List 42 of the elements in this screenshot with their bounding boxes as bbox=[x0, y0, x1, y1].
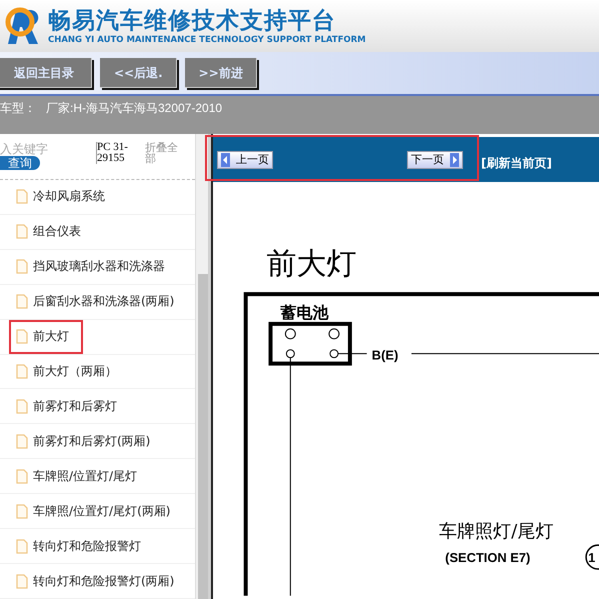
tree-item[interactable]: 组合仪表 bbox=[9, 214, 95, 249]
refresh-link[interactable]: [刷新当前页] bbox=[481, 155, 552, 172]
document-icon bbox=[16, 574, 28, 589]
connector-label: 1 bbox=[585, 544, 599, 570]
tree-item[interactable]: 转向灯和危险报警灯(两厢) bbox=[9, 564, 188, 598]
tree-item[interactable]: 转向灯和危险报警灯 bbox=[9, 529, 155, 564]
document-icon bbox=[16, 189, 28, 204]
document-icon bbox=[16, 468, 28, 484]
document-icon bbox=[16, 224, 28, 240]
document-icon bbox=[16, 538, 28, 554]
tree-item[interactable]: 前大灯（两厢） bbox=[9, 354, 131, 388]
diagram-title: 前大灯 bbox=[266, 246, 357, 282]
document-icon bbox=[16, 259, 28, 274]
tree-item[interactable]: 前大灯 bbox=[9, 320, 83, 354]
tree-item[interactable]: 后窗刮水器和洗涤器(两厢) bbox=[9, 284, 188, 319]
search-button[interactable]: 查询 bbox=[0, 156, 40, 170]
document-icon bbox=[16, 329, 28, 344]
tree-item[interactable]: 车牌照/位置灯/尾灯 bbox=[9, 459, 152, 494]
model-value: 厂家:H-海马汽车海马32007-2010 bbox=[46, 100, 222, 117]
site-title: 畅易汽车维修技术支持平台 bbox=[48, 7, 337, 35]
wire-label: B(E) bbox=[372, 348, 398, 363]
component-label: 车牌照灯/尾灯 bbox=[439, 521, 554, 542]
tree-item[interactable]: 车牌照/位置灯/尾灯(两厢) bbox=[9, 494, 184, 528]
scrollbar[interactable] bbox=[195, 134, 208, 599]
model-label: 车型： bbox=[0, 100, 36, 117]
section-label: (SECTION E7) bbox=[445, 550, 530, 566]
tree-item[interactable]: 挡风玻璃刮水器和洗涤器 bbox=[9, 250, 179, 284]
document-icon bbox=[16, 398, 28, 414]
tree-item[interactable]: 前雾灯和后雾灯 bbox=[9, 389, 131, 424]
document-icon bbox=[16, 364, 28, 379]
prev-page-button[interactable]: 上一页 bbox=[217, 150, 273, 168]
next-page-button[interactable]: 下一页 bbox=[407, 150, 463, 168]
battery-label: 蓄电池 bbox=[280, 302, 328, 322]
site-subtitle: CHANG YI AUTO MAINTENANCE TECHNOLOGY SUPPORT PLATFORM bbox=[48, 35, 366, 45]
document-icon bbox=[16, 434, 28, 449]
left-arrow-icon bbox=[221, 152, 230, 166]
tree-item[interactable]: 冷却风扇系统 bbox=[9, 180, 119, 214]
code-text: PC 31-29155 bbox=[96, 142, 141, 164]
document-icon bbox=[16, 294, 28, 310]
document-icon bbox=[16, 504, 28, 519]
tree-item[interactable]: 前雾灯和后雾灯(两厢) bbox=[9, 424, 164, 458]
right-arrow-icon bbox=[450, 152, 459, 166]
